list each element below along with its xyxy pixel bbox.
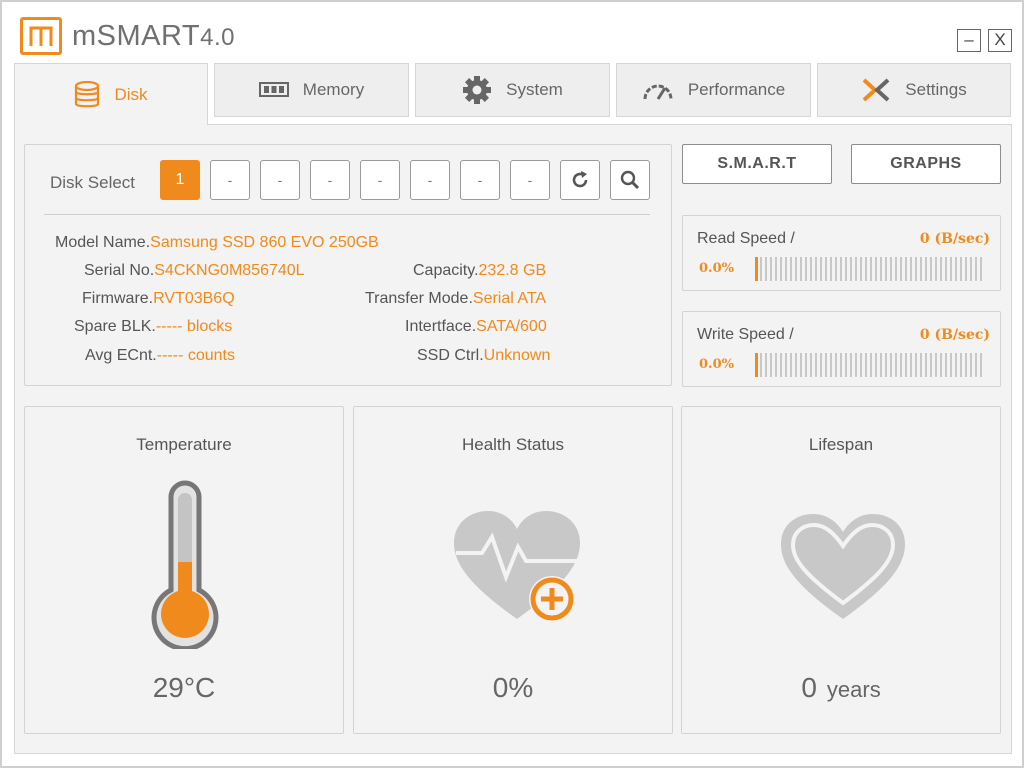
interface-row: Intertface.SATA/600 [405, 318, 547, 336]
disk-button-7[interactable]: - [460, 160, 500, 200]
read-speed-fill [755, 257, 758, 281]
ssd-ctrl-row: SSD Ctrl.Unknown [417, 347, 550, 365]
search-button[interactable] [610, 160, 650, 200]
write-speed-percent: 0.0% [699, 357, 734, 372]
disk-button-4[interactable]: - [310, 160, 350, 200]
smart-button[interactable]: S.M.A.R.T [682, 144, 832, 184]
temperature-title: Temperature [136, 435, 232, 454]
model-name-value: Samsung SSD 860 EVO 250GB [150, 234, 379, 251]
read-speed-percent: 0.0% [699, 261, 734, 276]
disk-button-6[interactable]: - [410, 160, 450, 200]
lifespan-unit: years [826, 677, 881, 702]
tab-system-label: System [506, 80, 563, 99]
gauge-icon [642, 79, 674, 101]
divider [44, 214, 650, 215]
read-speed-label: Read Speed / [697, 230, 795, 247]
interface-value: SATA/600 [476, 318, 547, 335]
serial-key: Serial No. [84, 262, 155, 279]
refresh-button[interactable] [560, 160, 600, 200]
write-speed-panel: Write Speed / 0 (B/sec) 0.0% [682, 311, 1001, 387]
write-speed-fill [755, 353, 758, 377]
refresh-icon [572, 171, 588, 188]
avg-ecnt-key: Avg ECnt. [85, 347, 157, 364]
serial-value: S4CKNG0M856740L [154, 262, 305, 279]
capacity-key: Capacity. [413, 262, 479, 279]
disk-button-8[interactable]: - [510, 160, 550, 200]
read-speed-panel: Read Speed / 0 (B/sec) 0.0% [682, 215, 1001, 291]
tab-settings[interactable]: Settings [817, 63, 1011, 117]
disk-select-label: Disk Select [50, 173, 136, 192]
memory-icon [258, 81, 289, 99]
interface-key: Intertface. [405, 318, 477, 335]
capacity-value: 232.8 GB [478, 262, 547, 279]
write-speed-value: 0 (B/sec) [919, 327, 990, 343]
write-speed-bar [755, 353, 985, 377]
close-icon: X [994, 30, 1006, 49]
graphs-button[interactable]: GRAPHS [851, 144, 1001, 184]
app-logo [20, 17, 62, 55]
read-speed-bar [755, 257, 985, 281]
minimize-button[interactable]: – [957, 29, 981, 52]
avg-ecnt-row: Avg ECnt.----- counts [85, 347, 235, 365]
capacity-row: Capacity.232.8 GB [413, 262, 546, 280]
lifespan-value: 0 [801, 672, 817, 703]
logo-m-icon [29, 26, 53, 46]
database-icon [74, 80, 100, 109]
tab-disk-label: Disk [114, 84, 148, 104]
disk-button-3[interactable]: - [260, 160, 300, 200]
tab-performance-label: Performance [687, 80, 786, 99]
spare-blk-key: Spare BLK. [74, 318, 156, 335]
lifespan-title: Lifespan [808, 435, 874, 454]
disk-button-1[interactable]: 1 [160, 160, 200, 200]
health-title: Health Status [461, 435, 565, 454]
tab-performance[interactable]: Performance [616, 63, 811, 117]
temperature-card: Temperature 29°C [24, 406, 344, 734]
transfer-mode-row: Transfer Mode.Serial ATA [365, 290, 546, 308]
search-icon [620, 170, 640, 190]
minimize-icon: – [964, 30, 974, 49]
read-speed-value: 0 (B/sec) [919, 231, 990, 247]
health-card: Health Status 0% [353, 406, 673, 734]
health-value: 0% [492, 672, 534, 703]
gear-icon [462, 75, 492, 105]
lifespan-value-row: 0 years [682, 672, 1000, 704]
spare-blk-value: ----- blocks [155, 318, 233, 335]
ssd-ctrl-value: Unknown [483, 347, 551, 364]
tab-settings-label: Settings [905, 80, 967, 99]
disk-button-2[interactable]: - [210, 160, 250, 200]
heart-pulse-icon [454, 511, 580, 622]
transfer-mode-key: Transfer Mode. [365, 290, 473, 307]
write-speed-label: Write Speed / [697, 326, 794, 343]
firmware-key: Firmware. [82, 290, 154, 307]
app-title: mSMART4.0 [72, 20, 235, 53]
tools-icon [861, 77, 891, 103]
firmware-row: Firmware.RVT03B6Q [82, 290, 235, 308]
ssd-ctrl-key: SSD Ctrl. [417, 347, 484, 364]
transfer-mode-value: Serial ATA [472, 290, 547, 307]
thermometer-icon [151, 480, 219, 649]
app-version: 4.0 [200, 24, 236, 51]
model-name-key: Model Name. [55, 234, 151, 251]
tab-system[interactable]: System [415, 63, 610, 117]
tab-memory-label: Memory [302, 80, 365, 99]
heart-icon [781, 514, 905, 619]
model-name-row: Model Name.Samsung SSD 860 EVO 250GB [55, 234, 379, 252]
app-name: mSMART [72, 20, 201, 52]
temperature-value: 29°C [152, 672, 216, 703]
disk-button-5[interactable]: - [360, 160, 400, 200]
firmware-value: RVT03B6Q [153, 290, 235, 307]
serial-row: Serial No.S4CKNG0M856740L [84, 262, 305, 280]
lifespan-card: Lifespan 0 years [681, 406, 1001, 734]
tab-memory[interactable]: Memory [214, 63, 409, 117]
tab-disk[interactable]: Disk [14, 63, 208, 125]
close-button[interactable]: X [988, 29, 1012, 52]
avg-ecnt-value: ----- counts [156, 347, 235, 364]
spare-blk-row: Spare BLK.----- blocks [74, 318, 232, 336]
